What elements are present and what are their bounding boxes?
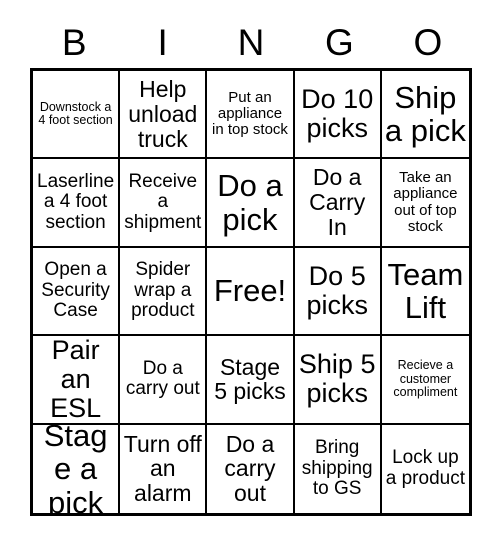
bingo-header: B I N G O: [30, 18, 472, 66]
header-letter-text: N: [237, 21, 265, 63]
bingo-header-letter-b: B: [30, 18, 118, 66]
bingo-cell-r3-c2[interactable]: Spider wrap a product: [120, 247, 208, 337]
bingo-cell-r2-c3[interactable]: Do a pick: [207, 159, 295, 248]
bingo-cell-r4-c4[interactable]: Ship 5 picks: [294, 336, 382, 425]
bingo-cell-r5-c3[interactable]: Do a carry out: [207, 424, 295, 513]
bingo-cell-r1-c3[interactable]: Put an appliance in top stock: [207, 71, 295, 160]
bingo-cell-label: Help unload truck: [128, 75, 198, 152]
bingo-header-letter-g: G: [295, 18, 383, 66]
bingo-cell-r4-c1[interactable]: Pair an ESL: [33, 336, 121, 425]
bingo-cell-label: Do 5 picks: [306, 260, 368, 320]
bingo-cell-r3-c4[interactable]: Do 5 picks: [294, 247, 382, 337]
bingo-cell-r4-c2[interactable]: Do a carry out: [120, 336, 208, 425]
bingo-cell-label: Laserline a 4 foot section: [37, 170, 115, 233]
bingo-cell-label: Downstock a 4 foot section: [38, 99, 113, 128]
bingo-cell-label: Do a carry out: [224, 430, 276, 507]
header-letter-text: O: [413, 21, 443, 63]
bingo-cell-r5-c5[interactable]: Lock up a product: [381, 424, 469, 513]
bingo-cell-r2-c5[interactable]: Take an appliance out of top stock: [381, 159, 469, 248]
bingo-cell-label: Free!: [213, 273, 287, 309]
header-letter-text: I: [157, 21, 168, 63]
bingo-cell-r1-c1[interactable]: Downstock a 4 foot section: [33, 71, 121, 160]
bingo-cell-r5-c4[interactable]: Bring shipping to GS: [294, 424, 382, 513]
bingo-cell-label: Do 10 picks: [301, 84, 374, 144]
header-letter-text: G: [325, 21, 354, 63]
bingo-cell-label: Do a Carry In: [309, 164, 366, 240]
bingo-card-page: B I N G O Downstock a 4 foot section Help…: [0, 0, 501, 544]
bingo-cell-label: Team Lift: [387, 256, 464, 325]
bingo-cell-label: Lock up a product: [385, 447, 465, 489]
bingo-cell-r3-c1[interactable]: Open a Security Case: [33, 247, 121, 337]
bingo-cell-label: Turn off an alarm: [123, 430, 202, 507]
bingo-cell-r4-c5[interactable]: Recieve a customer compliment: [381, 336, 469, 425]
bingo-header-letter-o: O: [384, 18, 472, 66]
bingo-header-letter-n: N: [207, 18, 295, 66]
bingo-cell-label: Receive a shipment: [124, 170, 202, 233]
bingo-cell-label: Ship a pick: [384, 79, 466, 149]
bingo-cell-label: Recieve a customer compliment: [393, 358, 458, 400]
bingo-cell-r1-c2[interactable]: Help unload truck: [120, 71, 208, 160]
bingo-cell-label: Take an appliance out of top stock: [393, 169, 458, 235]
bingo-cell-label: Stage 5 picks: [214, 353, 286, 405]
bingo-cell-label: Put an appliance in top stock: [212, 88, 288, 139]
bingo-cell-r2-c4[interactable]: Do a Carry In: [294, 159, 382, 248]
bingo-cell-free-space[interactable]: Free!: [207, 247, 295, 337]
header-letter-text: B: [61, 21, 87, 63]
bingo-cell-label: Stage a pick: [43, 424, 108, 513]
bingo-cell-r1-c4[interactable]: Do 10 picks: [294, 71, 382, 160]
bingo-grid: Downstock a 4 foot section Help unload tr…: [30, 68, 472, 516]
bingo-cell-r4-c3[interactable]: Stage 5 picks: [207, 336, 295, 425]
bingo-cell-r2-c1[interactable]: Laserline a 4 foot section: [33, 159, 121, 248]
bingo-cell-r1-c5[interactable]: Ship a pick: [381, 71, 469, 160]
bingo-cell-r5-c1[interactable]: Stage a pick: [33, 424, 121, 513]
bingo-cell-r2-c2[interactable]: Receive a shipment: [120, 159, 208, 248]
bingo-cell-label: Do a carry out: [125, 357, 200, 400]
bingo-cell-label: Spider wrap a product: [131, 259, 195, 322]
bingo-cell-label: Pair an ESL: [50, 336, 102, 423]
bingo-cell-label: Do a pick: [217, 168, 283, 237]
bingo-header-letter-i: I: [118, 18, 206, 66]
bingo-cell-r5-c2[interactable]: Turn off an alarm: [120, 424, 208, 513]
bingo-cell-label: Ship 5 picks: [298, 349, 376, 409]
bingo-cell-label: Open a Security Case: [41, 259, 110, 322]
bingo-cell-r3-c5[interactable]: Team Lift: [381, 247, 469, 337]
bingo-cell-label: Bring shipping to GS: [301, 437, 373, 500]
